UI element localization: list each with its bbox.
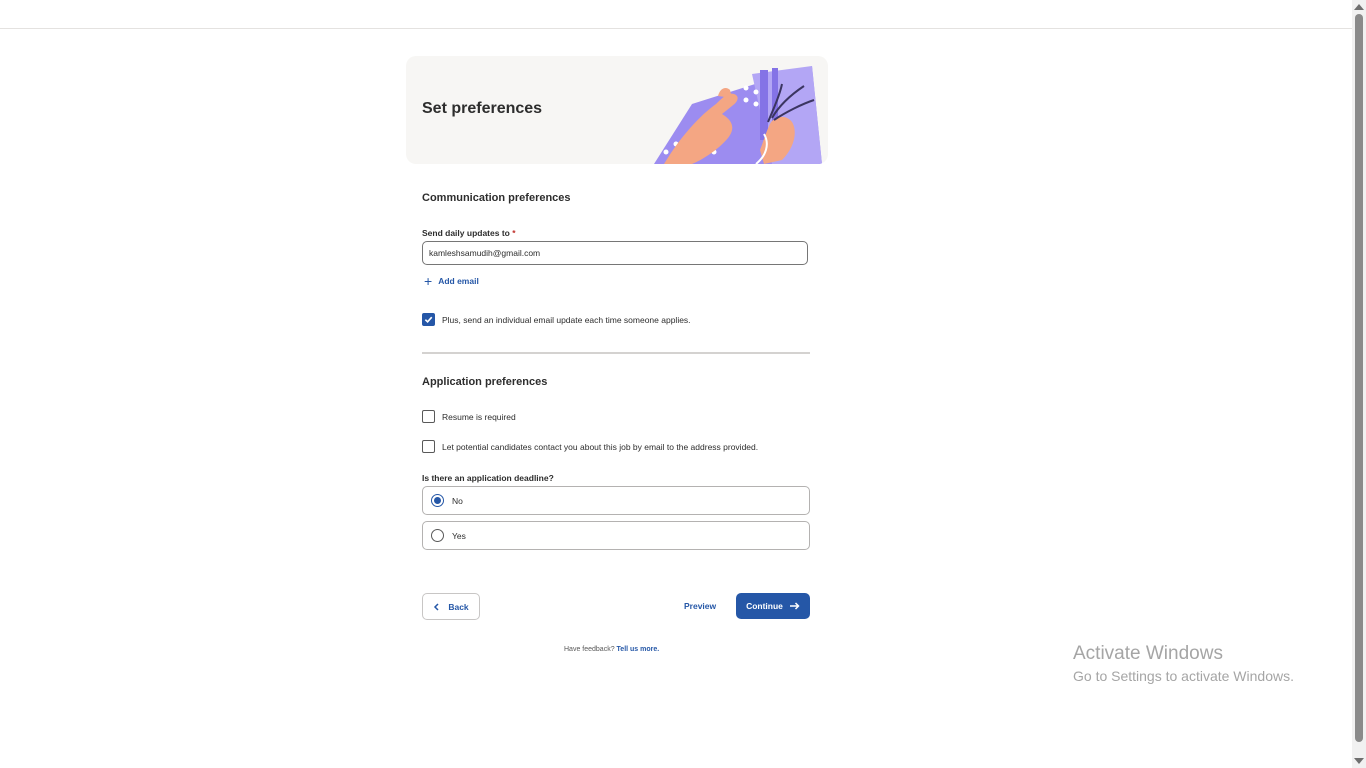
feedback-link[interactable]: Tell us more. — [617, 646, 660, 653]
radio-selected-dot — [434, 497, 441, 504]
resume-required-option[interactable]: Resume is required — [422, 410, 516, 423]
top-divider — [0, 28, 1352, 29]
vertical-scrollbar[interactable] — [1352, 0, 1366, 768]
deadline-no-radio[interactable] — [431, 494, 444, 507]
daily-updates-label: Send daily updates to * — [422, 228, 516, 238]
page-title: Set preferences — [422, 100, 543, 117]
chevron-left-icon — [434, 602, 439, 611]
continue-button[interactable]: Continue — [736, 593, 810, 619]
header-card: Set preferences — [406, 56, 828, 164]
activate-windows-subtitle: Go to Settings to activate Windows. — [1073, 668, 1294, 684]
section-divider — [422, 352, 810, 354]
activate-windows-title: Activate Windows — [1073, 643, 1223, 664]
deadline-option-no[interactable]: No — [422, 486, 810, 515]
deadline-question: Is there an application deadline? — [422, 473, 554, 483]
candidate-contact-option[interactable]: Let potential candidates contact you abo… — [422, 440, 758, 453]
scroll-up-arrow-icon[interactable] — [1354, 4, 1364, 10]
required-asterisk: * — [512, 228, 516, 238]
back-button[interactable]: Back — [422, 593, 480, 620]
individual-update-checkbox[interactable] — [422, 313, 435, 326]
candidate-contact-checkbox[interactable] — [422, 440, 435, 453]
deadline-option-yes[interactable]: Yes — [422, 521, 810, 550]
application-section-title: Application preferences — [422, 376, 548, 388]
scrollbar-thumb[interactable] — [1355, 14, 1363, 742]
scroll-down-arrow-icon[interactable] — [1354, 758, 1364, 764]
arrow-right-icon — [789, 602, 800, 610]
daily-updates-email-input[interactable] — [422, 241, 808, 265]
windows-activation-watermark: Activate Windows Go to Settings to activ… — [1073, 643, 1294, 684]
deadline-yes-radio[interactable] — [431, 529, 444, 542]
communication-section-title: Communication preferences — [422, 192, 571, 204]
checkmark-icon — [424, 316, 433, 324]
individual-update-option[interactable]: Plus, send an individual email update ea… — [422, 313, 691, 326]
plus-icon: + — [424, 273, 433, 289]
feedback-line: Have feedback? Tell us more. — [564, 646, 660, 653]
hands-cutting-wires-illustration — [654, 66, 822, 164]
add-email-button[interactable]: + Add email — [424, 273, 479, 289]
preview-link[interactable]: Preview — [684, 601, 716, 611]
resume-required-checkbox[interactable] — [422, 410, 435, 423]
